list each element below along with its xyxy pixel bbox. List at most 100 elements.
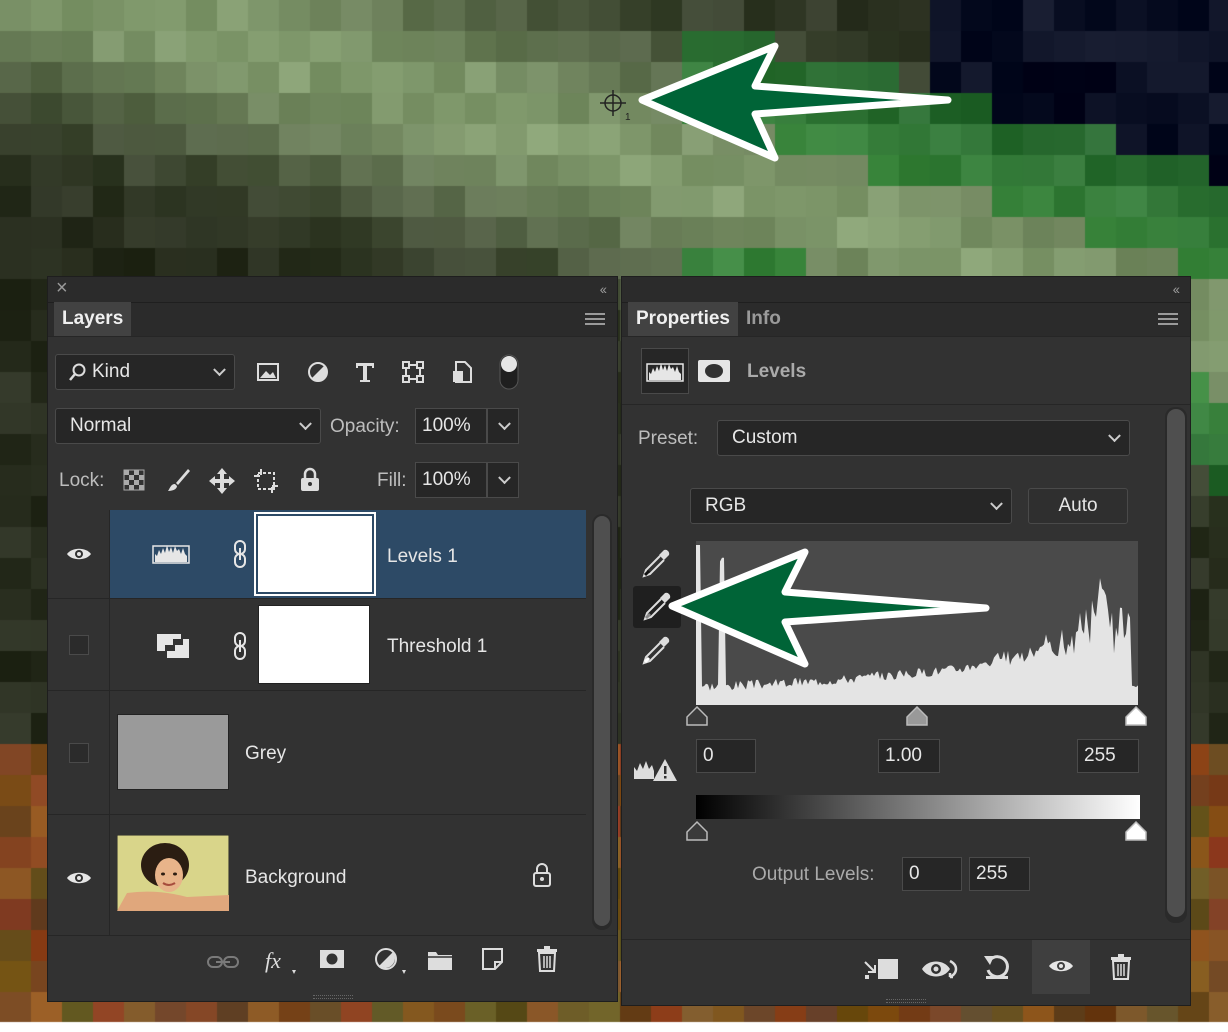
lock-position-move-icon[interactable] xyxy=(208,467,236,495)
visibility-toggle[interactable] xyxy=(48,510,110,598)
preset-dropdown[interactable]: Custom xyxy=(717,420,1130,456)
layer-mask-thumbnail[interactable] xyxy=(254,512,376,596)
auto-button-label: Auto xyxy=(1058,495,1098,516)
hidden-visibility-box xyxy=(68,742,89,763)
properties-panel-header: ‹‹ xyxy=(622,277,1190,303)
new-group-folder-icon[interactable] xyxy=(426,948,454,972)
input-gamma-slider-handle[interactable] xyxy=(905,705,929,727)
properties-bottom-bar xyxy=(622,939,1190,1005)
output-white-value: 255 xyxy=(976,863,1008,884)
auto-button[interactable]: Auto xyxy=(1028,488,1128,524)
close-icon[interactable]: × xyxy=(56,277,68,300)
layer-row-levels-1[interactable]: Levels 1 xyxy=(48,510,586,599)
output-gradient-bar xyxy=(696,795,1140,819)
output-white-field[interactable]: 255 xyxy=(969,857,1030,891)
clip-to-layer-icon[interactable] xyxy=(862,956,900,982)
layer-name[interactable]: Grey xyxy=(245,743,286,765)
layer-name[interactable]: Background xyxy=(245,867,346,889)
layer-list: Levels 1 Threshold 1 Grey Background xyxy=(48,510,586,937)
opacity-value: 100% xyxy=(422,415,471,436)
input-black-value: 0 xyxy=(703,745,714,766)
lock-transparent-pixels-icon[interactable] xyxy=(123,469,145,491)
channel-dropdown[interactable]: RGB xyxy=(690,488,1012,524)
tab-properties[interactable]: Properties xyxy=(628,302,738,336)
input-white-field[interactable]: 255 xyxy=(1077,739,1139,773)
output-black-field[interactable]: 0 xyxy=(902,857,962,891)
levels-adjustment-icon xyxy=(646,363,684,382)
filter-toggle-icon[interactable] xyxy=(496,353,522,391)
mask-tab-icon[interactable] xyxy=(697,359,731,383)
lock-all-icon[interactable] xyxy=(299,467,321,493)
fill-dropdown-button[interactable] xyxy=(487,462,519,498)
pixel-layer-filter-icon[interactable] xyxy=(256,361,280,383)
layer-row-background[interactable]: Background xyxy=(48,815,586,937)
blend-mode-label: Normal xyxy=(70,415,132,436)
collapse-icon[interactable]: ‹‹ xyxy=(600,281,607,297)
eye-icon xyxy=(1049,960,1073,972)
blend-mode-dropdown[interactable]: Normal xyxy=(55,408,321,444)
layers-scrollbar[interactable] xyxy=(592,514,612,930)
new-fill-adjustment-layer-icon[interactable] xyxy=(372,946,408,976)
tab-layers[interactable]: Layers xyxy=(54,302,132,336)
layer-row-grey[interactable]: Grey xyxy=(48,691,586,815)
fill-input[interactable]: 100% xyxy=(415,462,487,498)
resize-grip[interactable] xyxy=(312,995,353,999)
annotation-arrow-top-icon xyxy=(638,42,952,162)
input-gamma-value: 1.00 xyxy=(885,745,922,766)
fill-value: 100% xyxy=(422,469,471,490)
link-chain-icon[interactable] xyxy=(231,631,249,661)
panel-menu-icon[interactable] xyxy=(1158,313,1178,328)
delete-layer-trash-icon[interactable] xyxy=(535,945,559,973)
opacity-input[interactable]: 100% xyxy=(415,408,487,444)
tab-info[interactable]: Info xyxy=(738,302,789,336)
levels-adjustment-tab-button[interactable] xyxy=(641,348,689,394)
input-white-slider-handle[interactable] xyxy=(1124,705,1148,727)
output-white-slider-handle[interactable] xyxy=(1124,820,1148,842)
preset-label: Preset: xyxy=(638,428,699,449)
input-white-value: 255 xyxy=(1084,745,1116,766)
fx-layer-style-icon[interactable]: fx xyxy=(262,946,298,976)
visibility-toggle[interactable] xyxy=(48,599,110,690)
output-black-slider-handle[interactable] xyxy=(685,820,709,842)
properties-scrollbar-thumb[interactable] xyxy=(1167,409,1185,917)
layer-name[interactable]: Levels 1 xyxy=(387,546,458,568)
input-black-field[interactable]: 0 xyxy=(696,739,756,773)
layers-panel: × ‹‹ Layers Kind Normal Opacity: 100% Lo… xyxy=(47,276,618,1002)
link-chain-icon[interactable] xyxy=(231,539,249,569)
layer-name[interactable]: Threshold 1 xyxy=(387,636,487,658)
link-layers-icon[interactable] xyxy=(206,952,240,972)
opacity-label: Opacity: xyxy=(330,416,400,437)
lock-image-pixels-brush-icon[interactable] xyxy=(166,467,192,493)
reset-adjustment-icon[interactable] xyxy=(982,952,1012,982)
output-levels-label: Output Levels: xyxy=(752,864,875,885)
layer-mask-thumbnail[interactable] xyxy=(258,605,370,684)
layer-photo-thumbnail[interactable] xyxy=(117,835,229,911)
eye-icon xyxy=(66,548,91,560)
visibility-toggle[interactable] xyxy=(48,815,110,937)
input-gamma-field[interactable]: 1.00 xyxy=(878,739,940,773)
filter-kind-label: Kind xyxy=(92,361,131,382)
view-previous-state-icon[interactable] xyxy=(920,956,960,982)
adjustment-layer-filter-icon[interactable] xyxy=(306,360,330,384)
delete-adjustment-trash-icon[interactable] xyxy=(1109,953,1133,981)
smart-object-filter-icon[interactable] xyxy=(450,359,474,385)
new-layer-icon[interactable] xyxy=(480,946,506,972)
layers-scrollbar-thumb[interactable] xyxy=(594,516,610,926)
layer-thumbnail[interactable] xyxy=(117,714,229,790)
properties-scrollbar[interactable] xyxy=(1165,407,1187,923)
add-mask-icon[interactable] xyxy=(318,948,346,972)
resize-grip[interactable] xyxy=(886,999,926,1003)
toggle-visibility-button[interactable] xyxy=(1032,940,1090,994)
panel-menu-icon[interactable] xyxy=(585,313,605,328)
shape-layer-filter-icon[interactable] xyxy=(401,360,425,384)
eye-icon xyxy=(66,872,91,883)
clipping-warning-icon[interactable] xyxy=(632,755,678,783)
input-black-slider-handle[interactable] xyxy=(685,705,709,727)
visibility-toggle[interactable] xyxy=(48,691,110,814)
filter-kind-dropdown[interactable]: Kind xyxy=(55,354,235,390)
type-layer-filter-icon[interactable] xyxy=(354,361,376,383)
lock-artboard-icon[interactable] xyxy=(252,467,280,495)
layer-row-threshold-1[interactable]: Threshold 1 xyxy=(48,599,586,691)
collapse-icon[interactable]: ‹‹ xyxy=(1173,281,1180,297)
opacity-dropdown-button[interactable] xyxy=(487,408,519,444)
